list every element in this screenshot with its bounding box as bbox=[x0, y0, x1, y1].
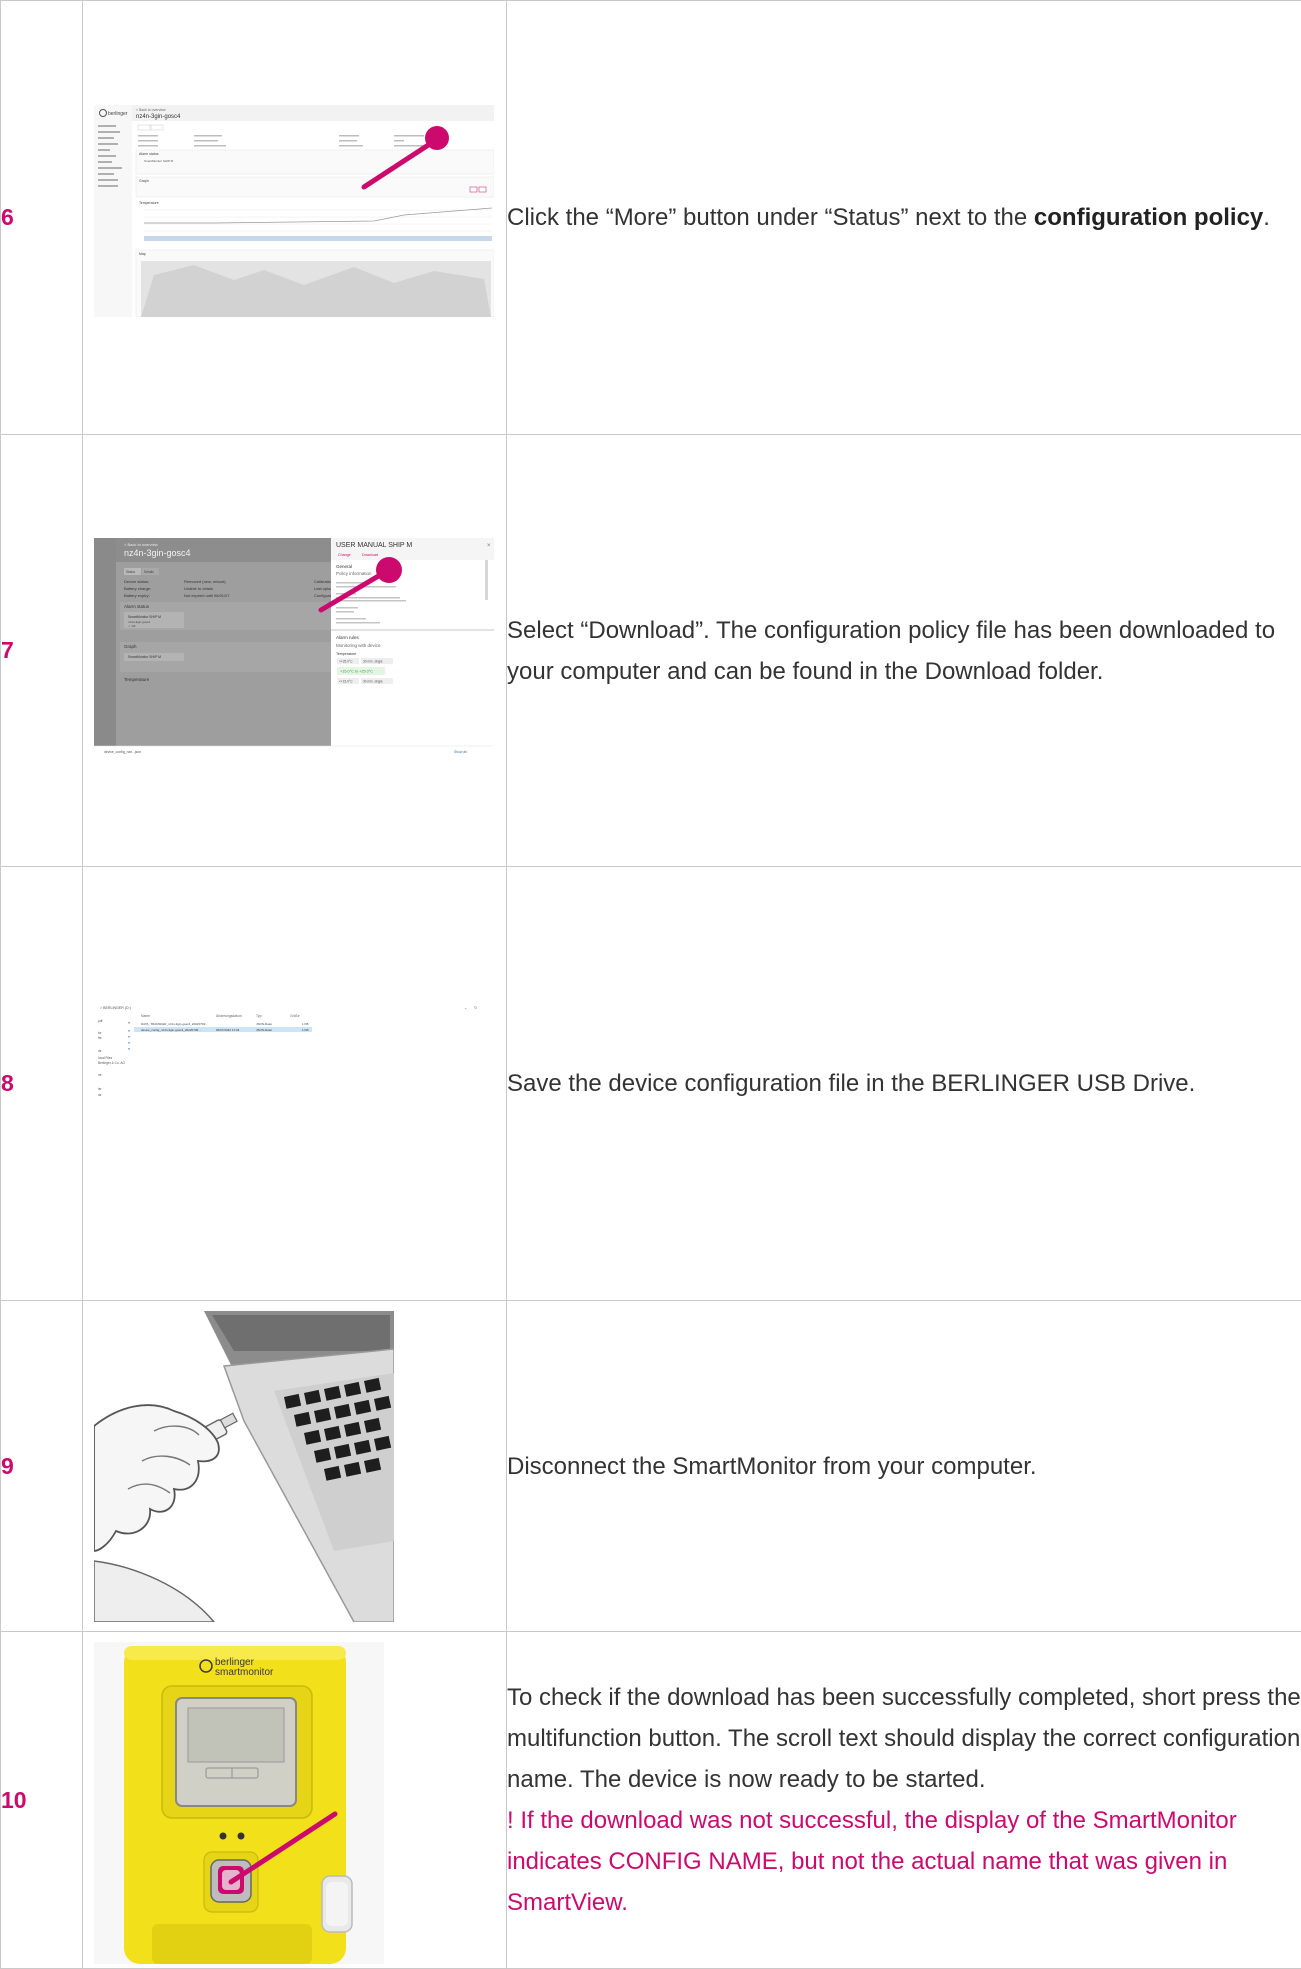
svg-text:Änderungsdatum: Änderungsdatum bbox=[216, 1014, 242, 1018]
svg-text:30 min. single: 30 min. single bbox=[363, 660, 383, 664]
svg-text:berlinger: berlinger bbox=[108, 111, 128, 117]
led-indicator bbox=[238, 1833, 245, 1840]
svg-text:Unable to obtain: Unable to obtain bbox=[184, 586, 213, 591]
refresh-icon[interactable]: ↻ bbox=[474, 1005, 477, 1010]
svg-text:Graph: Graph bbox=[139, 179, 149, 183]
download-file-chip[interactable]: device_config_nzn...json bbox=[104, 750, 141, 754]
svg-text:Graph: Graph bbox=[124, 644, 137, 649]
svg-text:Configurat: Configurat bbox=[314, 593, 333, 598]
svg-text:Temperature: Temperature bbox=[124, 677, 150, 682]
svg-text:JSON-Datei: JSON-Datei bbox=[256, 1022, 272, 1026]
download-link[interactable]: Download bbox=[362, 553, 378, 557]
step-text: Save the device configuration file in th… bbox=[507, 867, 1301, 1301]
svg-text:Device status:: Device status: bbox=[124, 579, 149, 584]
svg-text:Calibratio: Calibratio bbox=[314, 579, 332, 584]
svg-text:local Files[interactable]: local Files bbox=[98, 1056, 113, 1060]
bold-term: configuration policy bbox=[1034, 204, 1263, 231]
svg-text:ds[interactable]: ds bbox=[98, 1049, 102, 1053]
svg-text:Battery expiry:: Battery expiry: bbox=[124, 593, 150, 598]
svg-text:1 KB: 1 KB bbox=[302, 1028, 309, 1032]
svg-text:General: General bbox=[336, 564, 352, 569]
svg-text:06/07/2022 17:04: 06/07/2022 17:04 bbox=[216, 1028, 240, 1032]
svg-text:Alarm rules: Alarm rules bbox=[336, 635, 360, 640]
svg-text:Name: Name bbox=[141, 1014, 150, 1018]
path-breadcrumb: > BERLINGER (D:) bbox=[100, 1006, 131, 1010]
svg-text:Temperature: Temperature bbox=[336, 652, 356, 656]
svg-text:1 KB: 1 KB bbox=[302, 1022, 309, 1026]
svg-text:ke[interactable]: ke bbox=[98, 1031, 102, 1035]
step-row-9: 9 bbox=[1, 1301, 1301, 1632]
step-number: 10 bbox=[1, 1632, 83, 1969]
svg-text:JSON-Datei: JSON-Datei bbox=[256, 1028, 272, 1032]
smartview-device-screenshot: berlinger < Back to overview nz4n-3gin-g… bbox=[94, 105, 494, 317]
svg-text:+15.0°C to +25.0°C: +15.0°C to +25.0°C bbox=[340, 670, 373, 674]
svg-text:30 min. single: 30 min. single bbox=[363, 680, 383, 684]
step-text: Select “Download”. The configuration pol… bbox=[507, 435, 1301, 867]
svg-text:Größe: Größe bbox=[290, 1014, 300, 1018]
svg-text:fte[interactable]: fte bbox=[98, 1036, 102, 1040]
svg-text:ne[interactable]: ne bbox=[98, 1073, 102, 1077]
warning-text: ! If the download was not successful, th… bbox=[507, 1800, 1301, 1923]
instruction-table: 6 berlinger bbox=[0, 0, 1301, 1969]
step-text: To check if the download has been succes… bbox=[507, 1632, 1301, 1969]
step-row-8: 8 > BERLINGER (D:) ⌄ ↻ Name Änderungsdat… bbox=[1, 867, 1301, 1301]
svg-text:✓ OK: ✓ OK bbox=[128, 624, 136, 628]
svg-text:<+15.0°C: <+15.0°C bbox=[339, 680, 353, 684]
svg-text:Berlinger & Co. AG[interactable]: Berlinger & Co. AG bbox=[98, 1061, 125, 1065]
svg-text:Alarm status: Alarm status bbox=[139, 152, 159, 156]
svg-text:pdf[interactable]: pdf bbox=[98, 1019, 103, 1023]
svg-text:SmartMonitor SHIP M: SmartMonitor SHIP M bbox=[128, 655, 161, 659]
step-text: Disconnect the SmartMonitor from your co… bbox=[507, 1301, 1301, 1632]
svg-text:Battery charge:: Battery charge: bbox=[124, 586, 151, 591]
step-image-cell: berlinger smartmonitor bbox=[83, 1632, 507, 1969]
show-all-link[interactable]: Show all bbox=[454, 750, 467, 754]
smartview-download-screenshot: < Back to overview nz4n-3gin-gosc4 Statu… bbox=[94, 538, 494, 757]
svg-text:DATA_TRANSFER_nz4n-3gin-gosc4_[interactable]: DATA_TRANSFER_nz4n-3gin-gosc4_20220703..… bbox=[141, 1022, 208, 1026]
step-number: 6 bbox=[1, 1, 83, 435]
svg-text:Details: Details bbox=[144, 570, 154, 574]
change-link[interactable]: Change bbox=[338, 553, 351, 557]
led-indicator bbox=[220, 1833, 227, 1840]
step-number: 8 bbox=[1, 867, 83, 1301]
step-row-7: 7 < Back to overview nz4n-3gin-gosc4 Sta… bbox=[1, 435, 1301, 867]
device-title: nz4n-3gin-gosc4 bbox=[136, 114, 181, 120]
svg-text:Typ: Typ bbox=[256, 1014, 262, 1018]
step-image-cell: > BERLINGER (D:) ⌄ ↻ Name Änderungsdatum… bbox=[83, 867, 507, 1301]
svg-text:ds[interactable]: ds bbox=[98, 1093, 102, 1097]
step-image-cell: < Back to overview nz4n-3gin-gosc4 Statu… bbox=[83, 435, 507, 867]
svg-text:Status: Status bbox=[126, 570, 135, 574]
svg-text:SmartMonitor SHIP M: SmartMonitor SHIP M bbox=[128, 615, 161, 619]
unplug-illustration bbox=[94, 1311, 394, 1622]
step-row-10: 10 berlinger smartmonitor bbox=[1, 1632, 1301, 1969]
step-instruction: To check if the download has been succes… bbox=[507, 1677, 1301, 1800]
pointer-dot bbox=[376, 557, 402, 583]
svg-text:Not expired until 06/01/27: Not expired until 06/01/27 bbox=[184, 593, 230, 598]
svg-text:smartmonitor: smartmonitor bbox=[215, 1667, 274, 1678]
svg-text:Temperature: Temperature bbox=[139, 201, 159, 205]
svg-text:Alarm status: Alarm status bbox=[124, 604, 150, 609]
step-number: 7 bbox=[1, 435, 83, 867]
svg-text:>+25.0°C: >+25.0°C bbox=[339, 660, 353, 664]
svg-text:nz4n-3gin-gosc4: nz4n-3gin-gosc4 bbox=[124, 548, 191, 558]
step-number: 9 bbox=[1, 1301, 83, 1632]
panel-title: USER MANUAL SHIP M bbox=[336, 542, 412, 549]
step-text: Click the “More” button under “Status” n… bbox=[507, 1, 1301, 435]
svg-text:Removed (new, reboot): Removed (new, reboot) bbox=[184, 579, 226, 584]
svg-text:Policy information: Policy information bbox=[336, 571, 372, 576]
svg-text:SmartMonitor SHIP M: SmartMonitor SHIP M bbox=[144, 159, 174, 163]
back-link[interactable]: < Back to overview bbox=[136, 108, 166, 112]
chevron-down-icon[interactable]: ⌄ bbox=[464, 1005, 467, 1010]
step-row-6: 6 berlinger bbox=[1, 1, 1301, 435]
svg-text:Monitoring with device: Monitoring with device bbox=[336, 643, 381, 648]
step-image-cell bbox=[83, 1301, 507, 1632]
step-image-cell: berlinger < Back to overview nz4n-3gin-g… bbox=[83, 1, 507, 435]
close-icon[interactable]: × bbox=[487, 543, 491, 549]
file-explorer-screenshot: > BERLINGER (D:) ⌄ ↻ Name Änderungsdatum… bbox=[94, 1002, 494, 1142]
svg-text:Last uploa: Last uploa bbox=[314, 586, 333, 591]
svg-text:< Back to overview: < Back to overview bbox=[124, 542, 158, 547]
pointer-dot bbox=[425, 126, 449, 150]
smartmonitor-device-photo: berlinger smartmonitor bbox=[94, 1642, 384, 1964]
svg-text:Map: Map bbox=[139, 252, 146, 256]
svg-text:device_config_nz4n-3gin-gosc4_[interactable]: device_config_nz4n-3gin-gosc4_20220706..… bbox=[141, 1028, 201, 1032]
